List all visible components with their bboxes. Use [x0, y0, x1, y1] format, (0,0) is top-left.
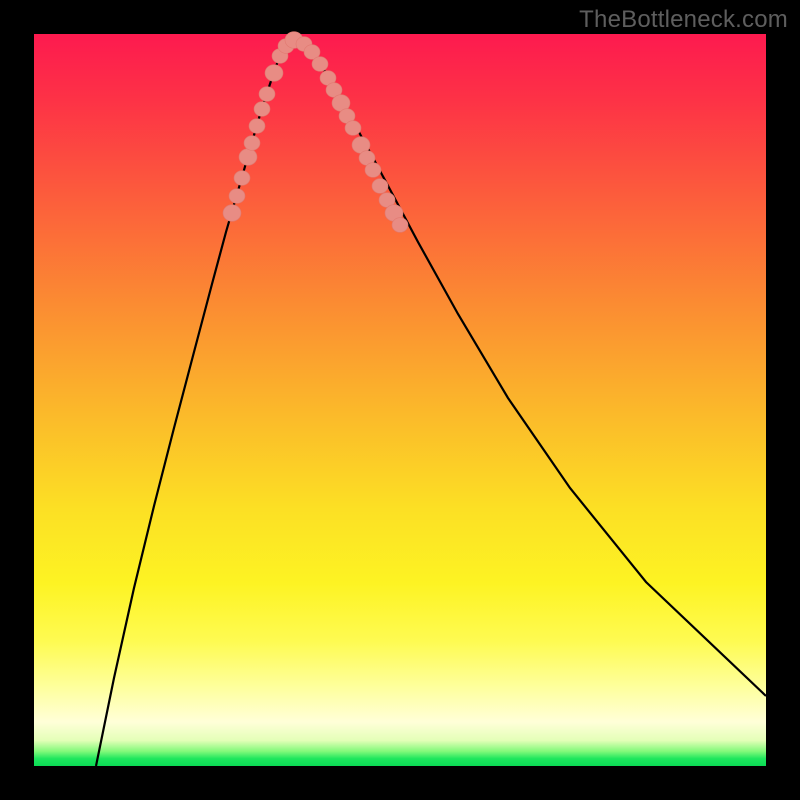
data-marker [223, 205, 241, 222]
chart-svg [34, 34, 766, 766]
data-marker [372, 179, 388, 194]
plot-area [34, 34, 766, 766]
data-marker [259, 87, 275, 102]
curve-markers [223, 32, 408, 233]
data-marker [249, 119, 265, 134]
data-marker [244, 136, 260, 151]
data-marker [239, 149, 257, 166]
bottleneck-curve [96, 40, 766, 766]
data-marker [229, 189, 245, 204]
data-marker [254, 102, 270, 117]
data-marker [234, 171, 250, 186]
data-marker [265, 65, 283, 82]
data-marker [392, 218, 408, 233]
data-marker [365, 163, 381, 178]
data-marker [345, 121, 361, 136]
outer-frame: TheBottleneck.com [0, 0, 800, 800]
data-marker [312, 57, 328, 72]
watermark-text: TheBottleneck.com [579, 6, 788, 34]
